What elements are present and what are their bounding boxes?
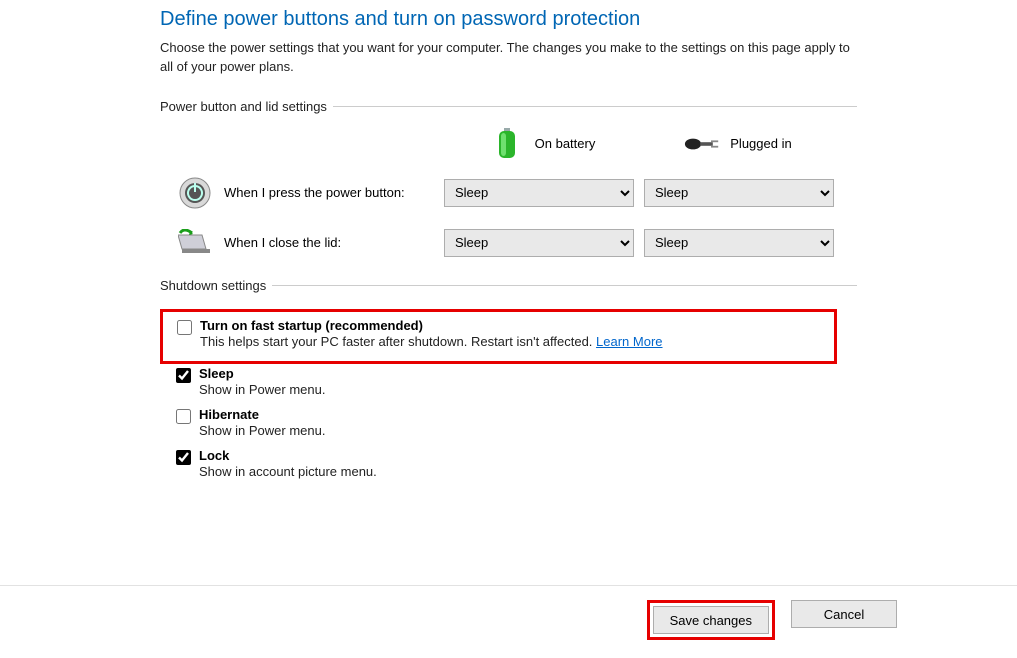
power-button-icon xyxy=(178,176,212,210)
col-battery-label: On battery xyxy=(535,136,596,151)
hibernate-checkbox[interactable] xyxy=(176,409,191,424)
battery-icon xyxy=(489,126,525,162)
page-title: Define power buttons and turn on passwor… xyxy=(160,8,857,31)
fast-startup-highlight: Turn on fast startup (recommended) This … xyxy=(160,309,837,364)
row-close-lid-label: When I close the lid: xyxy=(224,235,341,250)
group-rule xyxy=(272,285,857,286)
power-button-plugged-select[interactable]: Sleep xyxy=(644,179,834,207)
learn-more-link[interactable]: Learn More xyxy=(596,334,662,349)
sleep-desc: Show in Power menu. xyxy=(199,382,853,397)
hibernate-desc: Show in Power menu. xyxy=(199,423,853,438)
group-power-button-label: Power button and lid settings xyxy=(160,99,327,114)
lock-title: Lock xyxy=(199,448,853,463)
sleep-title: Sleep xyxy=(199,366,853,381)
group-shutdown-label: Shutdown settings xyxy=(160,278,266,293)
fast-startup-title: Turn on fast startup (recommended) xyxy=(200,318,822,333)
hibernate-title: Hibernate xyxy=(199,407,853,422)
group-power-button: Power button and lid settings On battery xyxy=(160,99,857,260)
lock-checkbox[interactable] xyxy=(176,450,191,465)
cancel-button[interactable]: Cancel xyxy=(791,600,897,628)
close-lid-plugged-select[interactable]: Sleep xyxy=(644,229,834,257)
group-shutdown: Shutdown settings Turn on fast startup (… xyxy=(160,278,857,483)
fast-startup-desc: This helps start your PC faster after sh… xyxy=(200,334,822,349)
close-lid-battery-select[interactable]: Sleep xyxy=(444,229,634,257)
lock-desc: Show in account picture menu. xyxy=(199,464,853,479)
col-plugged-label: Plugged in xyxy=(730,136,791,151)
group-rule xyxy=(333,106,857,107)
footer: Save changes Cancel xyxy=(0,585,1017,640)
row-power-button-label: When I press the power button: xyxy=(224,185,405,200)
save-button-highlight: Save changes xyxy=(647,600,775,640)
save-button[interactable]: Save changes xyxy=(653,606,769,634)
page-description: Choose the power settings that you want … xyxy=(160,39,857,77)
footer-rule xyxy=(0,585,1017,586)
fast-startup-checkbox[interactable] xyxy=(177,320,192,335)
laptop-lid-icon xyxy=(178,226,212,260)
sleep-checkbox[interactable] xyxy=(176,368,191,383)
power-button-battery-select[interactable]: Sleep xyxy=(444,179,634,207)
plug-icon xyxy=(684,126,720,162)
